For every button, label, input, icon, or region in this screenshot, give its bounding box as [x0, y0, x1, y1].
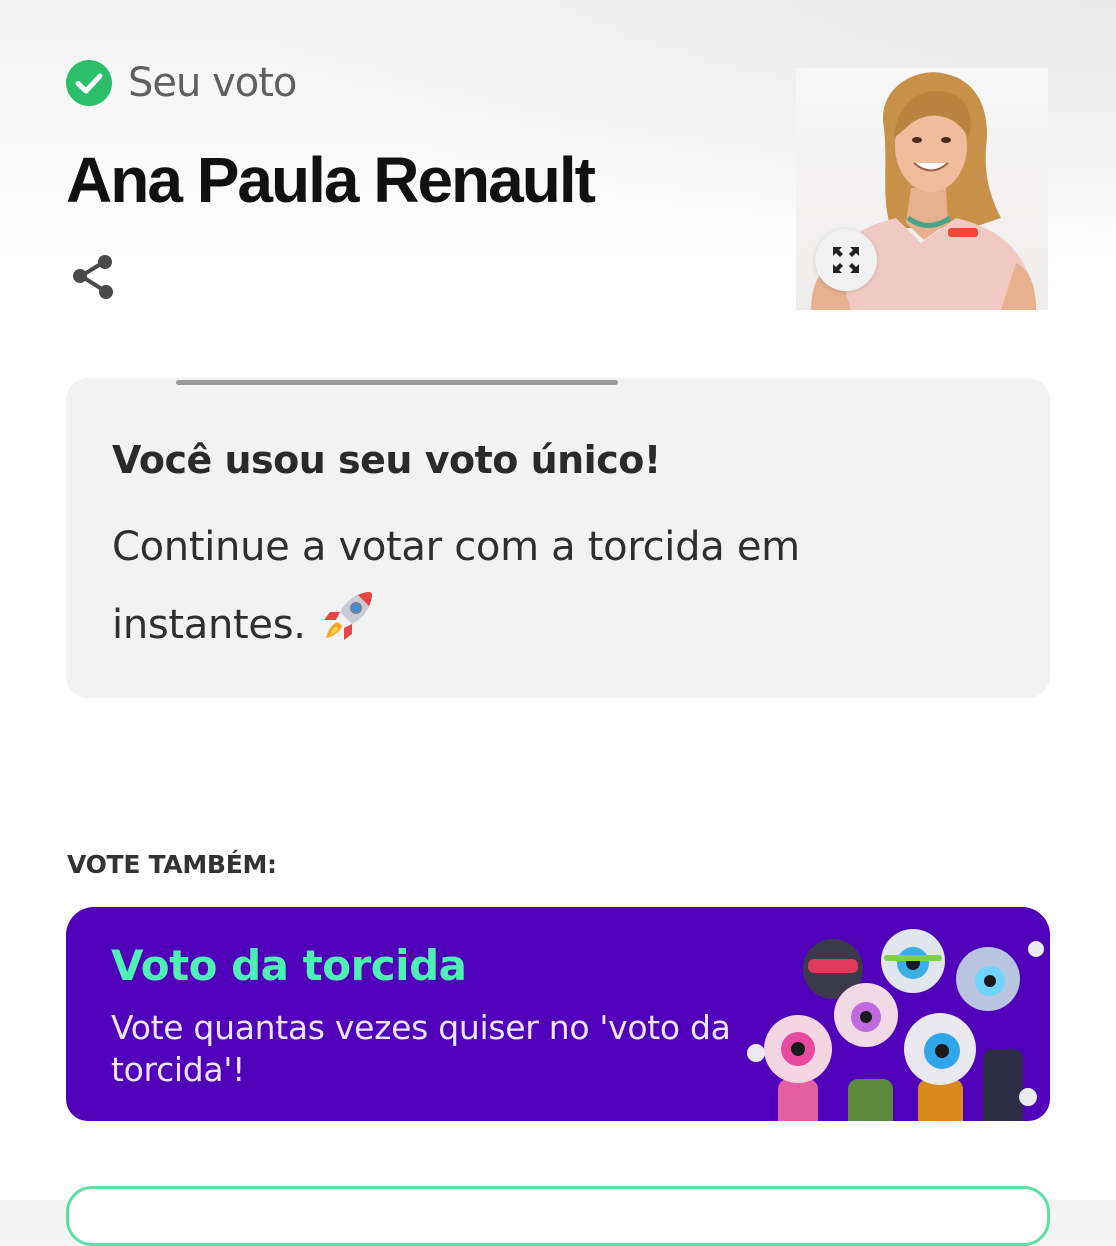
- vote-confirmation-card: Você usou seu voto único! Continue a vot…: [66, 378, 1050, 698]
- vote-confirmation-title: Você usou seu voto único!: [112, 438, 661, 482]
- participant-name: Ana Paula Renault: [66, 144, 596, 216]
- voto-da-torcida-card[interactable]: Voto da torcida Vote quantas vezes quise…: [66, 907, 1050, 1121]
- check-circle-icon: [66, 60, 112, 106]
- vote-status: Seu voto: [66, 58, 297, 108]
- share-button[interactable]: [68, 250, 122, 304]
- bbb-mascots-illustration: [747, 929, 1044, 1121]
- next-card-partial: [66, 1186, 1050, 1246]
- voto-da-torcida-title: Voto da torcida: [111, 941, 467, 990]
- vote-also-heading: VOTE TAMBÉM:: [67, 850, 277, 879]
- rocket-icon: [323, 592, 372, 640]
- progress-indicator: [176, 380, 618, 385]
- share-icon: [73, 255, 113, 299]
- expand-photo-button[interactable]: [815, 229, 877, 291]
- vote-status-label: Seu voto: [128, 60, 297, 106]
- vote-confirmation-message: Continue a votar com a torcida em instan…: [112, 524, 800, 648]
- voto-da-torcida-description: Vote quantas vezes quiser no 'voto da to…: [111, 1008, 731, 1089]
- expand-icon: [833, 247, 859, 273]
- vote-confirmation-text: Continue a votar com a torcida em instan…: [112, 508, 872, 664]
